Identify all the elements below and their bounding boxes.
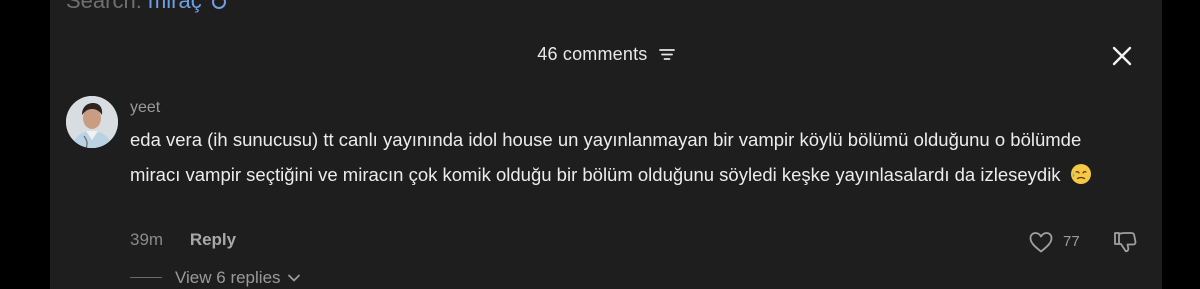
comments-count-label: 46 comments xyxy=(537,44,648,64)
comment-username[interactable]: yeet xyxy=(130,99,160,117)
like-count: 77 xyxy=(1063,233,1080,250)
comment-text: eda vera (ih sunucusu) tt canlı yayınınd… xyxy=(130,129,1082,185)
replies-divider xyxy=(130,277,162,278)
heart-outline-icon xyxy=(1029,232,1053,253)
comments-title[interactable]: 46 comments xyxy=(50,44,1162,65)
comments-panel: Search: miraç 46 comments yeet eda vera … xyxy=(50,0,1162,289)
downcast-face-with-sweat-emoji xyxy=(1070,164,1091,184)
search-hint[interactable]: Search: miraç xyxy=(66,0,226,14)
search-hint-term[interactable]: miraç xyxy=(148,0,202,13)
search-hint-prefix: Search: xyxy=(66,0,142,13)
thumbs-down-icon xyxy=(1114,232,1137,253)
left-gutter xyxy=(0,0,50,289)
right-gutter xyxy=(1162,0,1200,289)
avatar[interactable] xyxy=(66,96,118,148)
view-replies-label-wrap: View 6 replies xyxy=(175,268,301,288)
dislike-button[interactable] xyxy=(1112,230,1138,254)
view-replies-label: View 6 replies xyxy=(175,268,281,287)
comment-body: eda vera (ih sunucusu) tt canlı yayınınd… xyxy=(130,122,1120,192)
reply-button[interactable]: Reply xyxy=(190,230,236,249)
close-icon xyxy=(1112,46,1132,66)
chevron-down-icon xyxy=(288,274,301,281)
comment-timestamp: 39m xyxy=(130,230,164,249)
search-icon xyxy=(211,0,226,10)
avatar-image xyxy=(66,96,118,148)
close-button[interactable] xyxy=(1110,44,1134,68)
sort-lines-icon[interactable] xyxy=(658,47,675,61)
comments-header: 46 comments xyxy=(50,40,1162,72)
like-button[interactable]: 77 xyxy=(1028,230,1080,254)
comment-meta: 39m Reply xyxy=(130,230,236,250)
